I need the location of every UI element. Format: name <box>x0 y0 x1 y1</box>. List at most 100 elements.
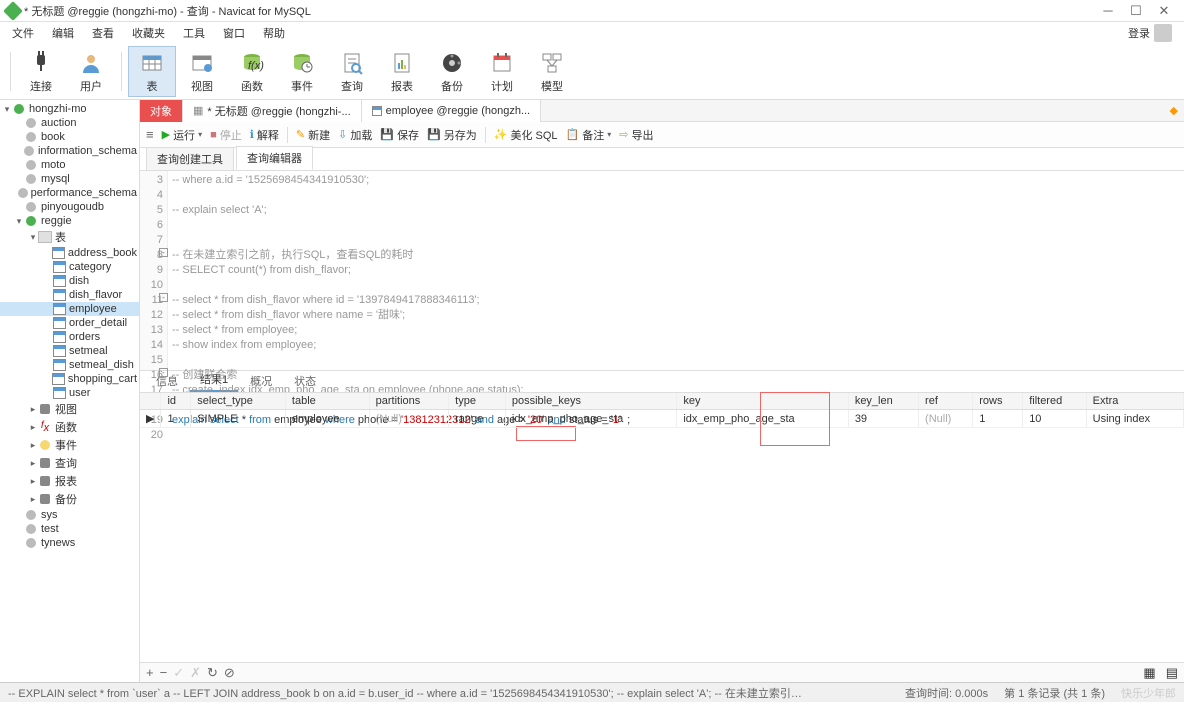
footer-sql: -- EXPLAIN select * from `user` a -- LEF… <box>8 685 808 701</box>
table-dish_flavor[interactable]: dish_flavor <box>0 288 139 302</box>
col-ref[interactable]: ref <box>919 393 973 410</box>
col-key_len[interactable]: key_len <box>848 393 918 410</box>
toolbar-backup[interactable]: 备份 <box>428 46 476 97</box>
col-type[interactable]: type <box>449 393 506 410</box>
toolbar-plan[interactable]: 计划 <box>478 46 526 97</box>
node-fx[interactable]: ▸fx函数 <box>0 418 139 436</box>
toolbar-query[interactable]: 查询 <box>328 46 376 97</box>
save-button[interactable]: 💾保存 <box>380 127 419 143</box>
table-setmeal_dish[interactable]: setmeal_dish <box>0 358 139 372</box>
conn-hongzhi-mo[interactable]: ▾hongzhi-mo <box>0 102 139 116</box>
run-button[interactable]: ▶运行▾ <box>162 127 202 143</box>
grid-view-icon[interactable]: ▦ <box>1143 665 1155 681</box>
saveas-button[interactable]: 💾另存为 <box>427 127 477 143</box>
menu-编辑[interactable]: 编辑 <box>44 23 82 43</box>
menu-文件[interactable]: 文件 <box>4 23 42 43</box>
toolbar-plug[interactable]: 连接 <box>17 46 65 97</box>
toolbar-model[interactable]: 模型 <box>528 46 576 97</box>
subtab-0[interactable]: 查询创建工具 <box>146 147 234 170</box>
new-button[interactable]: ✎新建 <box>296 127 330 143</box>
col-partitions[interactable]: partitions <box>369 393 449 410</box>
db-test[interactable]: test <box>0 522 139 536</box>
cancel-icon[interactable]: ✗ <box>190 665 201 681</box>
table-icon <box>138 49 166 76</box>
table-order_detail[interactable]: order_detail <box>0 316 139 330</box>
explain-button[interactable]: ℹ解释 <box>250 127 279 143</box>
stop-button[interactable]: ■停止 <box>210 127 242 143</box>
menu-查看[interactable]: 查看 <box>84 23 122 43</box>
report-icon <box>388 49 416 76</box>
subtab-1[interactable]: 查询编辑器 <box>236 146 313 170</box>
db-auction[interactable]: auction <box>0 116 139 130</box>
db-tynews[interactable]: tynews <box>0 536 139 550</box>
db-sys[interactable]: sys <box>0 508 139 522</box>
refresh-icon[interactable]: ↻ <box>207 665 218 681</box>
node-view[interactable]: ▸视图 <box>0 400 139 418</box>
load-button[interactable]: ⇩加载 <box>338 127 372 143</box>
add-row-icon[interactable]: + <box>146 665 154 681</box>
table-orders[interactable]: orders <box>0 330 139 344</box>
backup-icon <box>438 49 466 76</box>
login-link[interactable]: 登录 <box>1128 25 1150 41</box>
db-icon-gray-icon <box>24 159 38 171</box>
result-grid[interactable]: idselect_typetablepartitionstypepossible… <box>140 392 1184 428</box>
db-information_schema[interactable]: information_schema <box>0 144 139 158</box>
close-button[interactable]: ✕ <box>1150 3 1178 19</box>
del-row-icon[interactable]: − <box>160 665 168 681</box>
col-Extra[interactable]: Extra <box>1086 393 1183 410</box>
col-id[interactable]: id <box>161 393 191 410</box>
db-performance_schema[interactable]: performance_schema <box>0 186 139 200</box>
toolbar-table[interactable]: 表 <box>128 46 176 97</box>
tab-info-icon[interactable]: ◆ <box>1164 104 1184 117</box>
form-view-icon[interactable]: ▤ <box>1166 665 1178 681</box>
toolbar-view[interactable]: 视图 <box>178 46 226 97</box>
menu-工具[interactable]: 工具 <box>175 23 213 43</box>
notes-button[interactable]: 📋备注▾ <box>566 127 612 143</box>
table-dish[interactable]: dish <box>0 274 139 288</box>
toolbar-fx[interactable]: f(x)函数 <box>228 46 276 97</box>
menu-窗口[interactable]: 窗口 <box>215 23 253 43</box>
table-row[interactable]: ▶1SIMPLEemployee(Null)rangeidx_emp_pho_a… <box>140 410 1184 428</box>
sql-editor[interactable]: 34567891011121314151617181920 -- where a… <box>140 170 1184 370</box>
col-filtered[interactable]: filtered <box>1023 393 1086 410</box>
node-tables[interactable]: ▾表 <box>0 228 139 246</box>
col-possible_keys[interactable]: possible_keys <box>505 393 676 410</box>
col-rows[interactable]: rows <box>973 393 1023 410</box>
menu-icon[interactable]: ≡ <box>146 127 154 142</box>
db-moto[interactable]: moto <box>0 158 139 172</box>
toolbar-user[interactable]: 用户 <box>67 46 115 97</box>
col-table[interactable]: table <box>285 393 369 410</box>
col-key[interactable]: key <box>677 393 848 410</box>
beautify-button[interactable]: ✨美化 SQL <box>494 127 558 143</box>
toolbar-event[interactable]: 事件 <box>278 46 326 97</box>
node-report[interactable]: ▸报表 <box>0 472 139 490</box>
table-setmeal[interactable]: setmeal <box>0 344 139 358</box>
col-select_type[interactable]: select_type <box>191 393 286 410</box>
avatar-icon[interactable] <box>1154 24 1172 42</box>
maximize-button[interactable]: ☐ <box>1122 3 1150 19</box>
db-pinyougoudb[interactable]: pinyougoudb <box>0 200 139 214</box>
tab-对象[interactable]: 对象 <box>140 100 183 122</box>
table-category[interactable]: category <box>0 260 139 274</box>
table-user[interactable]: user <box>0 386 139 400</box>
node-backup[interactable]: ▸备份 <box>0 490 139 508</box>
db-reggie[interactable]: ▾reggie <box>0 214 139 228</box>
table-address_book[interactable]: address_book <box>0 246 139 260</box>
table-employee[interactable]: employee <box>0 302 139 316</box>
stop-icon[interactable]: ⊘ <box>224 665 235 681</box>
tab-employee @reggie (hongzh...[interactable]: employee @reggie (hongzh... <box>362 100 541 122</box>
db-book[interactable]: book <box>0 130 139 144</box>
commit-icon[interactable]: ✓ <box>173 665 184 681</box>
db-mysql[interactable]: mysql <box>0 172 139 186</box>
tbl-icon-icon <box>52 373 65 385</box>
menu-帮助[interactable]: 帮助 <box>255 23 293 43</box>
tab-* 无标题 @reggie (hongzhi-...[interactable]: ▦* 无标题 @reggie (hongzhi-... <box>183 100 362 122</box>
minimize-button[interactable]: ─ <box>1094 3 1122 18</box>
db-icon-gray-icon <box>24 537 38 549</box>
node-query[interactable]: ▸查询 <box>0 454 139 472</box>
export-button[interactable]: ⇨导出 <box>619 127 653 143</box>
node-event[interactable]: ▸事件 <box>0 436 139 454</box>
toolbar-report[interactable]: 报表 <box>378 46 426 97</box>
menu-收藏夹[interactable]: 收藏夹 <box>124 23 173 43</box>
table-shopping_cart[interactable]: shopping_cart <box>0 372 139 386</box>
